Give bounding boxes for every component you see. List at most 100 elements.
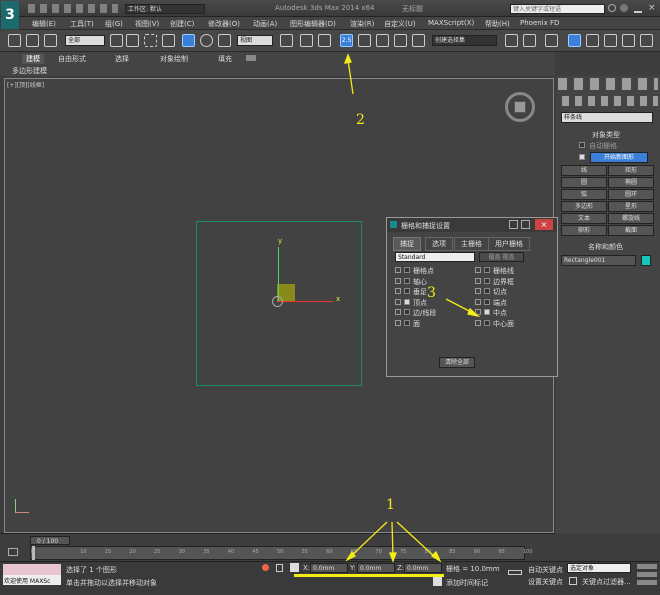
z-coord-field[interactable]: 0.0mm	[404, 563, 442, 573]
minimize-icon[interactable]	[634, 3, 642, 13]
menu-maxscript[interactable]: MAXScript(X)	[428, 19, 474, 27]
create-helix-button[interactable]: 螺旋线	[608, 213, 654, 224]
select-object-icon[interactable]	[110, 34, 123, 47]
mini-curve-icon[interactable]	[8, 548, 18, 556]
time-slider[interactable]: 0 / 100	[30, 536, 70, 545]
isolate-icon[interactable]	[262, 564, 269, 571]
menu-phoenix[interactable]: Phoenix FD	[520, 19, 559, 27]
rollout-name-color[interactable]: 名称和颜色	[588, 242, 623, 252]
object-name-field[interactable]: Rectangle001	[561, 255, 636, 266]
unlink-icon[interactable]	[26, 34, 39, 47]
ribbon-tab-freeform[interactable]: 自由形式	[58, 54, 86, 64]
rect-selection-icon[interactable]	[144, 34, 157, 47]
create-egg-button[interactable]: 卵形	[561, 225, 607, 236]
lock-selection-icon[interactable]	[276, 564, 283, 572]
keyboard-shortcut-icon[interactable]	[318, 34, 331, 47]
dialog-minimize-icon[interactable]	[509, 220, 518, 229]
menu-create[interactable]: 创建(C)	[170, 19, 194, 29]
create-ellipse-button[interactable]: 椭圆	[608, 177, 654, 188]
ribbon-tab-modeling[interactable]: 建模	[22, 54, 44, 64]
auto-grid-checkbox[interactable]	[579, 142, 585, 148]
ribbon-tab-populate[interactable]: 填充	[218, 54, 232, 64]
ref-coord-dropdown[interactable]: 视图	[237, 35, 273, 46]
left-snap-checkbox-1[interactable]	[404, 277, 410, 284]
create-circle-button[interactable]: 圆	[561, 177, 607, 188]
close-icon[interactable]: ×	[648, 3, 657, 13]
create-star-button[interactable]: 星形	[608, 201, 654, 212]
dialog-close-icon[interactable]: ×	[535, 219, 553, 230]
right-snap-checkbox-0[interactable]	[484, 267, 490, 273]
menu-graph-editors[interactable]: 图形编辑器(D)	[290, 19, 336, 29]
playback-icons[interactable]	[637, 564, 657, 586]
key-icon[interactable]	[569, 577, 577, 585]
selected-objects-dropdown[interactable]: 选定对象	[567, 563, 631, 573]
bind-space-warp-icon[interactable]	[44, 34, 57, 47]
y-coord-field[interactable]: 0.0mm	[357, 563, 395, 573]
ribbon-tab-selection[interactable]: 选择	[115, 54, 129, 64]
right-snap-checkbox-3[interactable]	[484, 298, 490, 305]
welcome-text[interactable]: 欢迎使用 MAXSc	[3, 575, 61, 585]
right-snap-checkbox-1[interactable]	[484, 277, 490, 284]
menu-views[interactable]: 视图(V)	[135, 19, 159, 29]
snap-type-dropdown[interactable]: Standard	[395, 252, 475, 262]
left-snap-checkbox-3[interactable]	[404, 298, 410, 305]
right-snap-checkbox-2[interactable]	[484, 288, 490, 294]
dialog-tab-snaps[interactable]: 捕捉	[393, 237, 421, 251]
layer-icon[interactable]	[545, 34, 558, 47]
mirror-icon[interactable]	[505, 34, 518, 47]
window-crossing-icon[interactable]	[162, 34, 175, 47]
dialog-maximize-icon[interactable]	[521, 220, 530, 229]
pivot-center-icon[interactable]	[280, 34, 293, 47]
gizmo-x-axis[interactable]	[278, 301, 333, 302]
help-icon[interactable]	[620, 4, 628, 12]
menu-customize[interactable]: 自定义(U)	[384, 19, 416, 29]
render-setup-icon[interactable]	[640, 34, 653, 47]
menu-group[interactable]: 组(G)	[105, 19, 123, 29]
workspace-dropdown[interactable]: 工作区: 默认	[125, 4, 205, 14]
select-by-name-icon[interactable]	[126, 34, 139, 47]
select-rotate-icon[interactable]	[200, 34, 213, 47]
create-ngon-button[interactable]: 多边形	[561, 201, 607, 212]
search-input[interactable]: 键入关键字或短语	[510, 4, 605, 14]
ribbon-toggle-icon[interactable]	[568, 34, 581, 47]
command-panel-tabs[interactable]	[558, 78, 658, 90]
menu-edit[interactable]: 编辑(E)	[32, 19, 56, 29]
time-tag-icon[interactable]	[433, 577, 442, 586]
ribbon-options-icon[interactable]	[246, 55, 256, 61]
override-button[interactable]: 覆盖 覆盖	[479, 252, 524, 262]
dialog-title-bar[interactable]: 栅格和捕捉设置 ×	[387, 218, 557, 232]
x-coord-field[interactable]: 0.0mm	[310, 563, 348, 573]
menu-tools[interactable]: 工具(T)	[70, 19, 94, 29]
viewcube-face[interactable]	[514, 101, 526, 113]
key-mode-icon[interactable]	[508, 570, 522, 575]
left-snap-checkbox-2[interactable]	[404, 288, 410, 294]
viewport-label[interactable]: [+][顶][线框]	[7, 80, 44, 89]
dialog-tab-user-grids[interactable]: 用户栅格	[488, 237, 530, 251]
create-arc-button[interactable]: 弧	[561, 189, 607, 200]
create-subtype-icons[interactable]	[562, 96, 658, 106]
create-rectangle-button[interactable]: 矩形	[608, 165, 654, 176]
clear-all-button[interactable]: 清除全部	[439, 357, 475, 368]
ribbon-tab-object-paint[interactable]: 对象绘制	[160, 54, 188, 64]
right-snap-checkbox-5[interactable]	[484, 319, 490, 326]
left-snap-checkbox-5[interactable]	[404, 319, 410, 326]
curve-editor-icon[interactable]	[586, 34, 599, 47]
percent-snap-icon[interactable]	[376, 34, 389, 47]
select-move-icon[interactable]	[182, 34, 195, 47]
select-manipulate-icon[interactable]	[300, 34, 313, 47]
dialog-tab-home-grid[interactable]: 主栅格	[454, 237, 489, 251]
quick-access-icons[interactable]	[28, 4, 118, 13]
align-icon[interactable]	[523, 34, 536, 47]
menu-help[interactable]: 帮助(H)	[485, 19, 510, 29]
set-key-button[interactable]: 设置关键点	[528, 577, 563, 587]
left-snap-checkbox-0[interactable]	[404, 267, 410, 273]
named-selection-dropdown[interactable]: 创建选择集	[432, 35, 497, 46]
edit-named-sel-icon[interactable]	[412, 34, 425, 47]
start-new-shape-checkbox[interactable]	[579, 154, 585, 160]
menu-animation[interactable]: 动画(A)	[253, 19, 277, 29]
add-time-tag[interactable]: 添加时间标记	[446, 578, 488, 588]
start-new-shape-button[interactable]: 开始新图形	[590, 152, 648, 163]
auto-key-button[interactable]: 自动关键点	[528, 565, 563, 575]
snaps-toggle-icon[interactable]: 2.5	[340, 34, 353, 47]
create-section-button[interactable]: 截面	[608, 225, 654, 236]
